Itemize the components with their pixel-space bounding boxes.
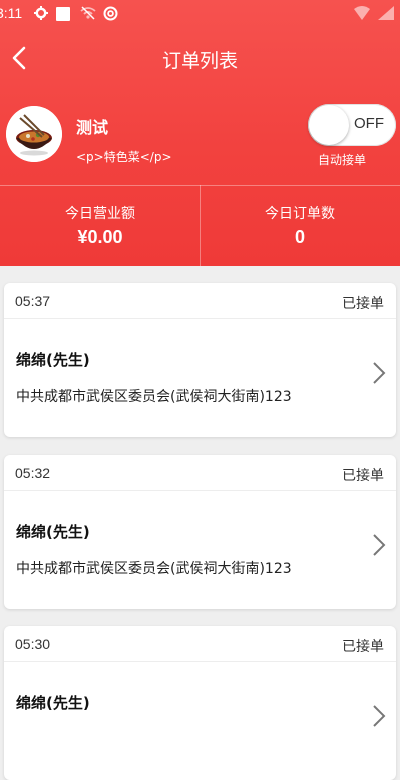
sync-icon [103, 6, 118, 21]
toggle-state: OFF [354, 115, 384, 132]
divider [4, 318, 396, 319]
today-revenue-label: 今日营业额 [65, 206, 135, 222]
order-status: 已接单 [342, 468, 384, 484]
order-status: 已接单 [342, 296, 384, 312]
order-card[interactable]: 05:32 已接单 绵绵(先生) 中共成都市武侯区委员会(武侯祠大街南)123 [4, 455, 396, 609]
order-status: 已接单 [342, 639, 384, 655]
today-orders-label: 今日订单数 [265, 206, 335, 222]
order-card[interactable]: 05:30 已接单 绵绵(先生) [4, 626, 396, 780]
toggle-knob[interactable] [309, 105, 349, 145]
today-revenue-value: ¥0.00 [77, 227, 123, 247]
shop-info: 测试 <p>特色菜</p> OFF 自动接单 [0, 102, 400, 172]
today-revenue: 今日营业额 ¥0.00 [0, 185, 200, 266]
today-orders: 今日订单数 0 [200, 185, 400, 266]
cell-signal-icon [378, 6, 394, 20]
customer-name: 绵绵(先生) [16, 351, 90, 369]
wifi-off-icon [80, 6, 96, 20]
header: 3:11 订单列表 [0, 0, 400, 266]
chevron-right-icon[interactable] [372, 704, 386, 728]
order-time: 05:32 [15, 465, 51, 481]
auto-accept-label: 自动接单 [318, 153, 367, 167]
shop-avatar [6, 106, 62, 162]
today-orders-value: 0 [294, 227, 305, 247]
nav-bar: 订单列表 [0, 36, 400, 80]
order-time: 05:37 [15, 293, 51, 309]
divider [4, 490, 396, 491]
divider [4, 661, 396, 662]
notification-icon [56, 7, 70, 21]
chevron-right-icon[interactable] [372, 533, 386, 557]
auto-accept-toggle[interactable]: OFF [308, 104, 396, 146]
shop-description: <p>特色菜</p> [76, 150, 172, 164]
order-card[interactable]: 05:37 已接单 绵绵(先生) 中共成都市武侯区委员会(武侯祠大街南)123 [4, 283, 396, 437]
shop-name: 测试 [76, 118, 109, 137]
order-time: 05:30 [15, 636, 51, 652]
stats-panel: 今日营业额 ¥0.00 今日订单数 0 [0, 185, 400, 266]
chevron-right-icon[interactable] [372, 361, 386, 385]
status-time: 3:11 [0, 5, 23, 21]
status-bar: 3:11 [0, 0, 400, 30]
page-title: 订单列表 [161, 50, 238, 72]
noodle-bowl-icon [6, 106, 62, 162]
customer-name: 绵绵(先生) [16, 694, 90, 712]
delivery-address: 中共成都市武侯区委员会(武侯祠大街南)123 [16, 561, 292, 577]
wifi-signal-icon [354, 6, 370, 20]
gear-icon [34, 6, 48, 20]
customer-name: 绵绵(先生) [16, 523, 90, 541]
delivery-address: 中共成都市武侯区委员会(武侯祠大街南)123 [16, 389, 292, 405]
